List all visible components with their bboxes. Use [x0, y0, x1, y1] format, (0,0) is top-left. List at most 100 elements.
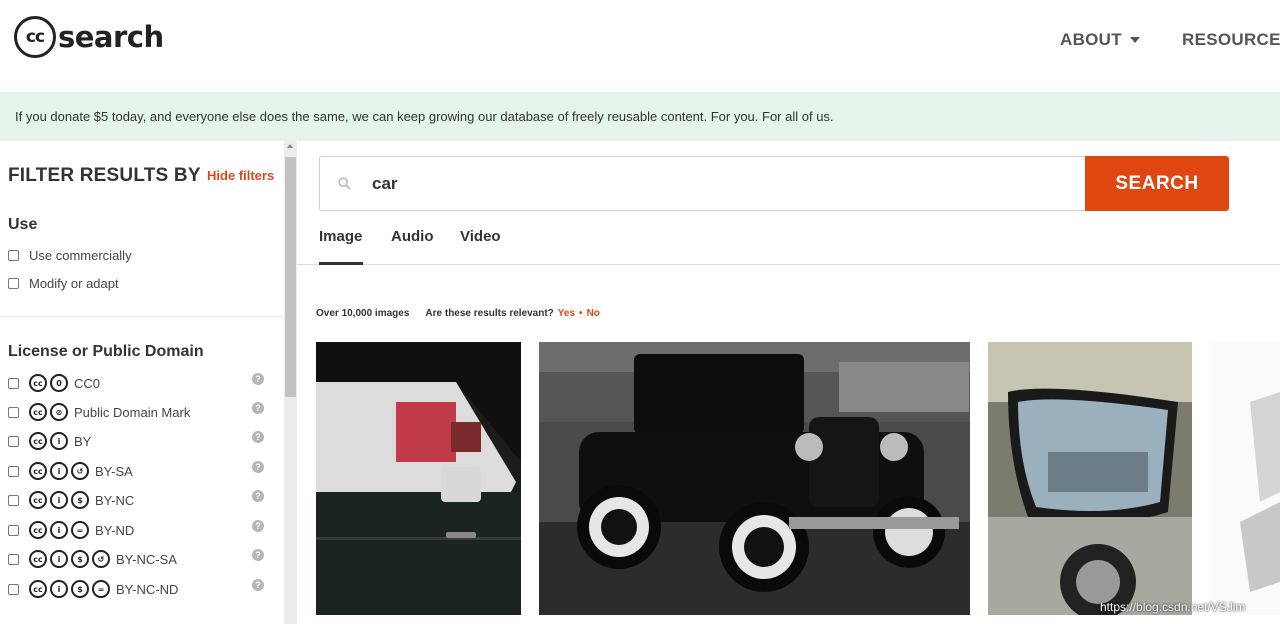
license-option-by[interactable]: cc i BY	[8, 431, 268, 451]
active-tab-indicator	[319, 262, 363, 265]
cc-icon: cc	[29, 432, 47, 450]
license-option-pdm[interactable]: cc ⊘ Public Domain Mark	[8, 402, 268, 422]
tab-image[interactable]: Image	[319, 228, 362, 245]
cc-search-logo[interactable]: cc search	[14, 16, 164, 58]
sidebar-divider	[0, 316, 283, 317]
relevance-question: Are these results relevant?	[425, 308, 554, 319]
checkbox[interactable]	[8, 494, 19, 506]
results-count: Over 10,000 images	[316, 308, 410, 319]
license-option-by-nc-sa[interactable]: cc i $ ↺ BY-NC-SA	[8, 549, 268, 569]
results-meta: Over 10,000 images Are these results rel…	[316, 308, 600, 319]
checkbox[interactable]	[8, 435, 19, 447]
filter-title: FILTER RESULTS BY	[8, 165, 201, 186]
cc-icon: cc	[29, 521, 47, 539]
attribution-icon: i	[50, 580, 68, 598]
car-render-image	[1210, 342, 1280, 615]
checkbox[interactable]	[8, 583, 19, 595]
help-icon[interactable]: ?	[252, 490, 264, 502]
share-alike-icon: ↺	[71, 462, 89, 480]
car-mirror-image	[988, 342, 1192, 615]
license-label: CC0	[74, 375, 101, 391]
help-icon[interactable]: ?	[252, 549, 264, 561]
license-option-cc0[interactable]: cc 0 CC0	[8, 373, 268, 393]
chevron-down-icon	[1129, 37, 1140, 43]
license-label: BY-ND	[95, 522, 135, 538]
cc-icon: cc	[29, 462, 47, 480]
search-button[interactable]: SEARCH	[1085, 156, 1229, 211]
option-label: Modify or adapt	[29, 275, 119, 291]
share-alike-icon: ↺	[92, 550, 110, 568]
license-label: BY-NC-ND	[116, 581, 179, 597]
help-icon[interactable]: ?	[252, 461, 264, 473]
nav-resources[interactable]: RESOURCES	[1182, 30, 1280, 50]
cc-icon: cc	[29, 491, 47, 509]
checkbox[interactable]	[8, 524, 19, 536]
cc-icon: cc	[29, 550, 47, 568]
help-icon[interactable]: ?	[252, 520, 264, 532]
use-commercially-option[interactable]: Use commercially	[8, 246, 132, 264]
scroll-up-icon[interactable]	[287, 144, 293, 148]
search-input[interactable]	[319, 156, 1086, 211]
header: cc search ABOUT RESOURCES	[0, 0, 1280, 90]
nav-resources-label: RESOURCES	[1182, 30, 1280, 49]
license-option-by-nc[interactable]: cc i $ BY-NC	[8, 490, 268, 510]
non-commercial-icon: $	[71, 550, 89, 568]
license-label: BY-SA	[95, 463, 133, 479]
tabs-divider	[297, 264, 1280, 265]
license-option-by-nd[interactable]: cc i = BY-ND	[8, 520, 268, 540]
image-result[interactable]	[539, 342, 970, 615]
help-icon[interactable]: ?	[252, 373, 264, 385]
help-icon[interactable]: ?	[252, 431, 264, 443]
license-option-by-sa[interactable]: cc i ↺ BY-SA	[8, 461, 268, 481]
car-interior-image	[316, 342, 521, 615]
separator-dot: •	[579, 308, 583, 319]
cc-icon: cc	[29, 580, 47, 598]
license-label: BY-NC	[95, 492, 135, 508]
nav-about[interactable]: ABOUT	[1060, 30, 1140, 50]
modify-or-adapt-option[interactable]: Modify or adapt	[8, 274, 119, 292]
tab-video[interactable]: Video	[460, 228, 501, 245]
help-icon[interactable]: ?	[252, 402, 264, 414]
donation-banner: If you donate $5 today, and everyone els…	[0, 92, 1280, 141]
use-section-title: Use	[8, 216, 38, 233]
cc-icon: cc	[29, 374, 47, 392]
checkbox[interactable]	[8, 377, 19, 389]
cc-logo-icon: cc	[14, 16, 56, 58]
image-result[interactable]	[316, 342, 521, 615]
hide-filters-link[interactable]: Hide filters	[207, 168, 274, 183]
checkbox[interactable]	[8, 277, 19, 289]
search-query-text: car	[372, 174, 398, 193]
license-label: Public Domain Mark	[74, 404, 191, 420]
attribution-icon: i	[50, 432, 68, 450]
watermark-text: https://blog.csdn.net/VSJim	[1100, 600, 1246, 614]
checkbox[interactable]	[8, 249, 19, 261]
cc-icon: cc	[29, 403, 47, 421]
option-label: Use commercially	[29, 247, 132, 263]
vintage-car-image	[539, 342, 970, 615]
relevance-yes-link[interactable]: Yes	[558, 308, 575, 319]
license-label: BY	[74, 433, 92, 449]
license-label: BY-NC-SA	[116, 551, 177, 567]
non-commercial-icon: $	[71, 580, 89, 598]
cc-zero-icon: 0	[50, 374, 68, 392]
sidebar-scrollbar-thumb[interactable]	[285, 157, 296, 397]
license-option-by-nc-nd[interactable]: cc i $ = BY-NC-ND	[8, 579, 268, 599]
help-icon[interactable]: ?	[252, 579, 264, 591]
relevance-no-link[interactable]: No	[587, 308, 600, 319]
attribution-icon: i	[50, 521, 68, 539]
banner-text: If you donate $5 today, and everyone els…	[15, 109, 834, 124]
license-section-title: License or Public Domain	[8, 343, 204, 360]
attribution-icon: i	[50, 550, 68, 568]
non-commercial-icon: $	[71, 491, 89, 509]
checkbox[interactable]	[8, 406, 19, 418]
image-result[interactable]	[988, 342, 1192, 615]
public-domain-icon: ⊘	[50, 403, 68, 421]
tab-audio[interactable]: Audio	[391, 228, 434, 245]
checkbox[interactable]	[8, 465, 19, 477]
attribution-icon: i	[50, 491, 68, 509]
image-result[interactable]	[1210, 342, 1280, 615]
no-derivatives-icon: =	[71, 521, 89, 539]
checkbox[interactable]	[8, 553, 19, 565]
no-derivatives-icon: =	[92, 580, 110, 598]
nav-about-label: ABOUT	[1060, 30, 1122, 49]
